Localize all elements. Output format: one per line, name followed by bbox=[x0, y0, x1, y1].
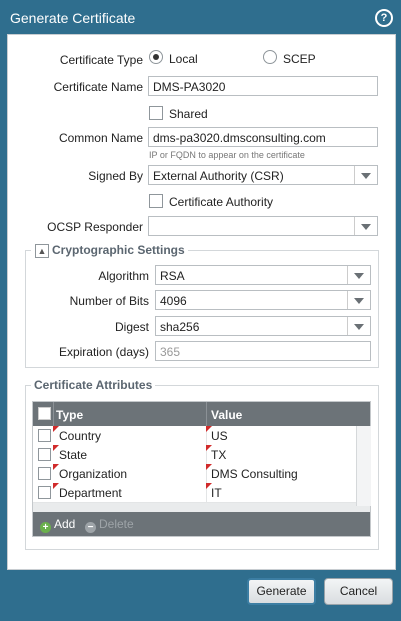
row-value[interactable]: US bbox=[211, 429, 228, 443]
collapse-toggle-icon[interactable]: ▲ bbox=[35, 244, 49, 258]
row-checkbox[interactable] bbox=[38, 448, 51, 461]
row-value[interactable]: IT bbox=[211, 486, 222, 500]
digest-value: sha256 bbox=[160, 320, 200, 334]
chevron-down-icon[interactable] bbox=[347, 291, 370, 309]
cert-type-label: Certificate Type bbox=[59, 53, 143, 67]
bits-select[interactable]: 4096 bbox=[155, 290, 371, 310]
algorithm-label: Algorithm bbox=[98, 269, 149, 283]
add-label: Add bbox=[54, 517, 76, 531]
cert-authority-checkbox[interactable] bbox=[149, 194, 163, 208]
cancel-button[interactable]: Cancel bbox=[324, 578, 393, 605]
row-checkbox[interactable] bbox=[38, 486, 51, 499]
add-button[interactable]: + Add bbox=[40, 517, 75, 533]
row-type[interactable]: State bbox=[59, 448, 87, 462]
row-type[interactable]: Department bbox=[59, 486, 122, 500]
row-type[interactable]: Organization bbox=[59, 467, 127, 481]
cert-name-input[interactable]: DMS-PA3020 bbox=[148, 76, 378, 96]
crypto-settings-title: Cryptographic Settings bbox=[52, 243, 185, 257]
row-value[interactable]: TX bbox=[211, 448, 226, 462]
grid-scrollbar[interactable] bbox=[356, 426, 371, 506]
dialog-body: Certificate Type Local SCEP Certificate … bbox=[7, 34, 396, 570]
select-all-checkbox[interactable] bbox=[38, 407, 51, 420]
delete-label: Delete bbox=[99, 517, 134, 531]
radio-scep-label: SCEP bbox=[283, 52, 316, 66]
shared-label: Shared bbox=[169, 107, 208, 121]
common-name-label: Common Name bbox=[58, 131, 143, 145]
ocsp-label: OCSP Responder bbox=[47, 220, 143, 234]
bits-label: Number of Bits bbox=[69, 294, 149, 308]
ocsp-select[interactable] bbox=[148, 216, 378, 236]
radio-local-label: Local bbox=[169, 52, 198, 66]
table-row[interactable]: Organization DMS Consulting bbox=[33, 464, 356, 484]
chevron-down-icon[interactable] bbox=[354, 217, 377, 235]
expiration-label: Expiration (days) bbox=[58, 345, 149, 359]
help-icon[interactable]: ? bbox=[375, 9, 393, 27]
attributes-grid: Type Value Country US State TX Organizat… bbox=[32, 401, 371, 537]
row-checkbox[interactable] bbox=[38, 429, 51, 442]
digest-label: Digest bbox=[114, 320, 149, 334]
generate-button[interactable]: Generate bbox=[247, 578, 316, 605]
common-name-hint: IP or FQDN to appear on the certificate bbox=[149, 150, 305, 160]
table-row[interactable]: Department IT bbox=[33, 483, 356, 503]
col-value-header[interactable]: Value bbox=[211, 408, 242, 422]
row-checkbox[interactable] bbox=[38, 467, 51, 480]
row-type[interactable]: Country bbox=[59, 429, 101, 443]
digest-select[interactable]: sha256 bbox=[155, 316, 371, 336]
signed-by-select[interactable]: External Authority (CSR) bbox=[148, 165, 378, 185]
grid-header: Type Value bbox=[33, 402, 370, 426]
radio-scep[interactable] bbox=[263, 50, 277, 64]
algorithm-value: RSA bbox=[160, 269, 185, 283]
signed-by-value: External Authority (CSR) bbox=[153, 169, 284, 183]
table-row[interactable]: Country US bbox=[33, 426, 356, 446]
chevron-down-icon[interactable] bbox=[347, 266, 370, 284]
minus-icon: − bbox=[85, 522, 96, 533]
row-value[interactable]: DMS Consulting bbox=[211, 467, 298, 481]
signed-by-label: Signed By bbox=[88, 169, 143, 183]
dialog-title: Generate Certificate bbox=[10, 10, 136, 26]
chevron-down-icon[interactable] bbox=[347, 317, 370, 335]
expiration-input[interactable]: 365 bbox=[155, 341, 371, 361]
cert-attributes-legend: Certificate Attributes bbox=[31, 378, 156, 392]
cert-authority-label: Certificate Authority bbox=[169, 195, 274, 209]
grid-footer: + Add − Delete bbox=[33, 512, 370, 536]
delete-button[interactable]: − Delete bbox=[85, 517, 134, 533]
chevron-down-icon[interactable] bbox=[354, 166, 377, 184]
algorithm-select[interactable]: RSA bbox=[155, 265, 371, 285]
common-name-input[interactable]: dms-pa3020.dmsconsulting.com bbox=[148, 127, 378, 147]
cert-name-label: Certificate Name bbox=[53, 80, 143, 94]
radio-local[interactable] bbox=[149, 50, 163, 64]
shared-checkbox[interactable] bbox=[149, 106, 163, 120]
crypto-settings-legend: Cryptographic Settings bbox=[31, 243, 188, 257]
title-bar: Generate Certificate ? bbox=[0, 0, 401, 34]
plus-icon: + bbox=[40, 522, 51, 533]
col-type-header[interactable]: Type bbox=[56, 408, 83, 422]
table-row[interactable]: State TX bbox=[33, 445, 356, 465]
bits-value: 4096 bbox=[160, 294, 187, 308]
